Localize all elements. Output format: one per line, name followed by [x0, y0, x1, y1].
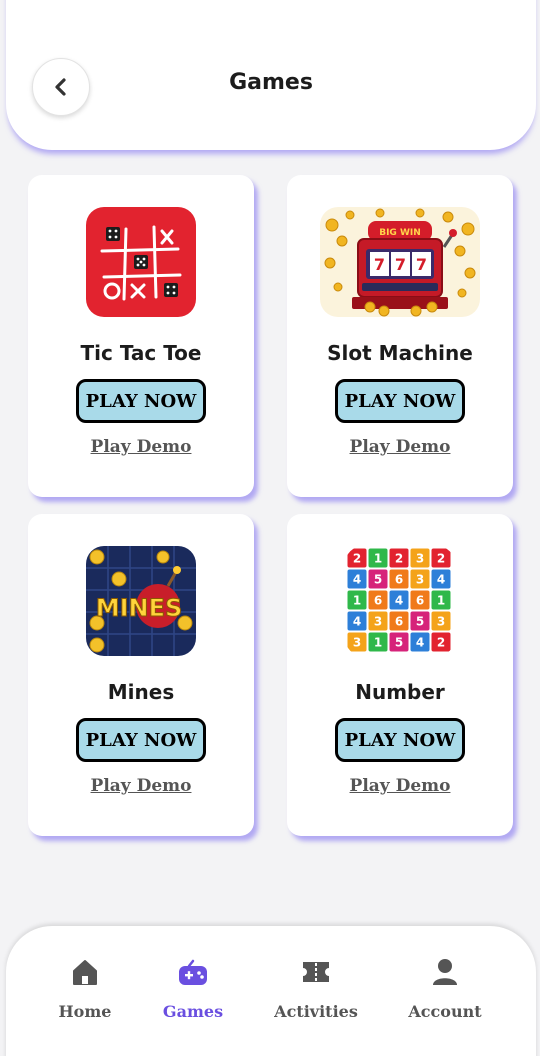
number-tile-label: 2: [437, 552, 445, 566]
play-demo-link[interactable]: Play Demo: [28, 437, 254, 457]
gamepad-icon: [133, 956, 253, 988]
number-tile-label: 1: [353, 594, 361, 608]
nav-item-home[interactable]: Home: [25, 956, 145, 1021]
svg-text:7: 7: [374, 255, 385, 274]
number-tile-label: 1: [374, 636, 382, 650]
nav-item-activities[interactable]: Activities: [256, 956, 376, 1021]
number-tile-label: 4: [353, 573, 361, 587]
mines-icon[interactable]: MINES: [86, 546, 196, 656]
number-tile-label: 4: [395, 594, 403, 608]
number-tile-label: 5: [395, 636, 403, 650]
number-tile-label: 1: [437, 594, 445, 608]
nav-item-games[interactable]: Games: [133, 956, 253, 1021]
number-tile-label: 1: [374, 552, 382, 566]
slot-machine-icon[interactable]: BIG WIN 777: [320, 207, 480, 317]
play-now-button[interactable]: PLAY NOW: [76, 718, 206, 762]
svg-text:7: 7: [416, 255, 427, 274]
nav-label: Activities: [274, 1002, 358, 1021]
play-demo-link[interactable]: Play Demo: [28, 776, 254, 796]
mines-logo: MINES: [96, 594, 183, 622]
play-demo-link[interactable]: Play Demo: [287, 437, 513, 457]
number-tile-label: 6: [374, 594, 382, 608]
play-now-button[interactable]: PLAY NOW: [335, 718, 465, 762]
number-tile-label: 3: [437, 615, 445, 629]
big-win-logo: BIG WIN: [379, 228, 421, 238]
number-tile-label: 3: [353, 636, 361, 650]
nav-label: Games: [162, 1002, 224, 1021]
home-icon: [25, 956, 145, 988]
number-tile-label: 6: [416, 594, 424, 608]
number-tile-label: 4: [353, 615, 361, 629]
game-title: Slot Machine: [327, 341, 473, 365]
number-tile-label: 5: [374, 573, 382, 587]
game-card-mines: MINES Mines PLAY NOW Play Demo: [28, 514, 254, 836]
bottom-navigation: Home Games Activities Account: [6, 926, 536, 1056]
top-header: Games: [6, 0, 536, 150]
game-title: Mines: [107, 680, 175, 704]
play-demo-link[interactable]: Play Demo: [287, 776, 513, 796]
user-icon: [385, 956, 505, 988]
number-tile-label: 6: [395, 615, 403, 629]
number-tile-label: 2: [395, 552, 403, 566]
play-now-button[interactable]: PLAY NOW: [335, 379, 465, 423]
game-title: Tic Tac Toe: [80, 341, 202, 365]
number-grid-icon[interactable]: 2123245634164614365331542: [345, 546, 455, 656]
game-title: Number: [355, 680, 445, 704]
page-title: Games: [229, 70, 313, 95]
number-tile-label: 4: [416, 636, 424, 650]
number-tile-label: 3: [374, 615, 382, 629]
number-tile-label: 3: [416, 552, 424, 566]
number-tile-label: 5: [416, 615, 424, 629]
game-card-slot-machine: BIG WIN 777 Slot Machine PLAY NOW Play D…: [287, 175, 513, 497]
game-card-tic-tac-toe: Tic Tac Toe PLAY NOW Play Demo: [28, 175, 254, 497]
number-tile-label: 2: [353, 552, 361, 566]
game-card-number: 2123245634164614365331542 Number PLAY NO…: [287, 514, 513, 836]
nav-item-account[interactable]: Account: [385, 956, 505, 1021]
number-tile-label: 2: [437, 636, 445, 650]
nav-label: Home: [58, 1002, 112, 1021]
svg-text:7: 7: [395, 255, 406, 274]
number-tile-label: 4: [437, 573, 445, 587]
tic-tac-toe-icon[interactable]: [86, 207, 196, 317]
nav-label: Account: [408, 1002, 482, 1021]
play-now-button[interactable]: PLAY NOW: [76, 379, 206, 423]
number-tile-label: 6: [395, 573, 403, 587]
ticket-icon: [256, 956, 376, 988]
number-tile-label: 3: [416, 573, 424, 587]
